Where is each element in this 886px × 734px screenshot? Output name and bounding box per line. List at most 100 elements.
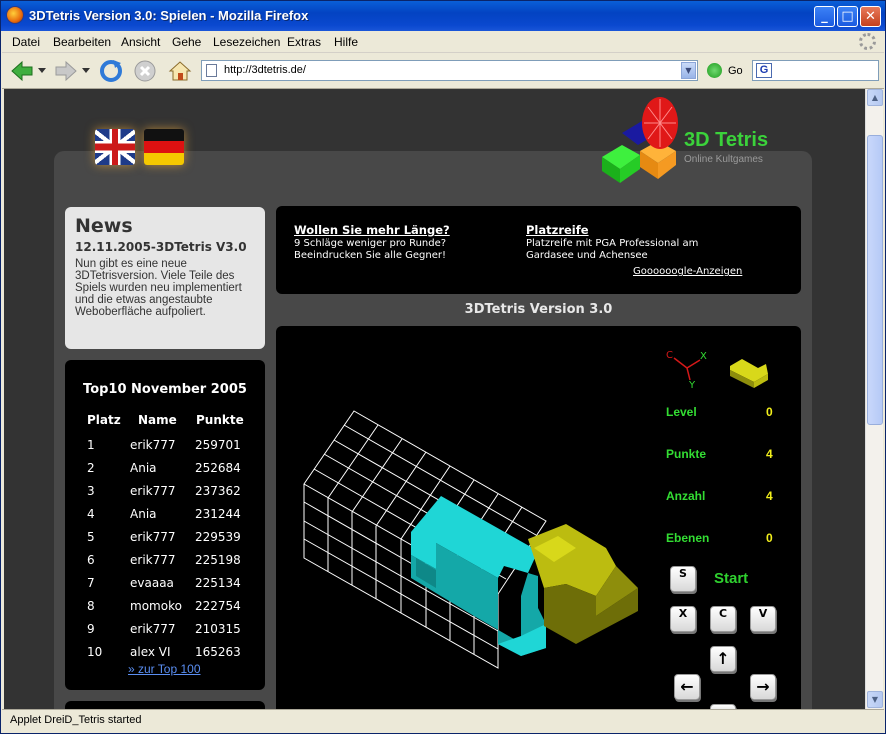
- axis-indicator-icon: C X Y: [666, 350, 707, 388]
- close-button[interactable]: ✕: [860, 6, 881, 27]
- url-bar[interactable]: http://3dtetris.de/ ▼: [201, 60, 698, 81]
- col-header-name: Name: [138, 413, 177, 427]
- minimize-button[interactable]: _: [814, 6, 835, 27]
- go-button[interactable]: Go: [728, 65, 743, 77]
- table-row: 9 erik777 210315: [65, 622, 265, 642]
- tetris-applet[interactable]: C X Y Level 0 Punkte 4 Anzahl 4 Ebenen 0 S Star…: [276, 326, 801, 709]
- ad1-line2: Beeindrucken Sie alle Gegner!: [294, 250, 447, 261]
- vertical-scrollbar[interactable]: ▲ ▼: [865, 89, 883, 709]
- stat-label-ebenen: Ebenen: [666, 531, 710, 545]
- news-date: 12.11.2005-3DTetris V3.0: [75, 240, 247, 254]
- back-dropdown-icon[interactable]: [38, 68, 46, 74]
- top100-link[interactable]: » zur Top 100: [128, 662, 201, 676]
- key-v-button[interactable]: V: [750, 606, 776, 632]
- cell-name: erik777: [130, 622, 176, 636]
- reload-icon[interactable]: [99, 59, 123, 83]
- site-logo[interactable]: 3D Tetris Online Kultgames: [602, 93, 802, 183]
- menu-datei[interactable]: Datei: [12, 35, 40, 49]
- ad1-line1: 9 Schläge weniger pro Runde?: [294, 238, 447, 249]
- key-up-arrow-button[interactable]: ↑: [710, 646, 736, 672]
- cell-points: 252684: [195, 461, 241, 475]
- table-row: 5 erik777 229539: [65, 530, 265, 550]
- cell-rank: 4: [87, 507, 95, 521]
- cell-rank: 8: [87, 599, 95, 613]
- maximize-button[interactable]: □: [837, 6, 858, 27]
- cell-rank: 9: [87, 622, 95, 636]
- news-box: News 12.11.2005-3DTetris V3.0 Nun gibt e…: [65, 207, 265, 349]
- scroll-up-arrow-icon[interactable]: ▲: [867, 89, 883, 106]
- url-dropdown-icon[interactable]: ▼: [681, 62, 696, 79]
- title-bar: 3DTetris Version 3.0: Spielen - Mozilla …: [1, 1, 885, 31]
- forward-dropdown-icon[interactable]: [82, 68, 90, 74]
- stat-label-anzahl: Anzahl: [666, 489, 706, 503]
- cell-rank: 1: [87, 438, 95, 452]
- throbber-icon: [859, 33, 876, 50]
- window-title: 3DTetris Version 3.0: Spielen - Mozilla …: [29, 8, 309, 23]
- news-heading: News: [75, 215, 133, 237]
- axis-y-label: Y: [688, 380, 696, 388]
- ad2-title[interactable]: Platzreife: [526, 223, 589, 237]
- cell-points: 222754: [195, 599, 241, 613]
- cell-name: Ania: [130, 507, 157, 521]
- uk-flag-icon[interactable]: [95, 129, 135, 165]
- url-text[interactable]: http://3dtetris.de/: [224, 64, 306, 76]
- cell-points: 210315: [195, 622, 241, 636]
- table-row: 3 erik777 237362: [65, 484, 265, 504]
- scroll-thumb[interactable]: [867, 135, 883, 425]
- cell-name: alex VI: [130, 645, 171, 659]
- stat-label-level: Level: [666, 405, 697, 419]
- news-body: Nun gibt es eine neue 3DTetrisversion. V…: [75, 258, 242, 318]
- key-right-arrow-button[interactable]: →: [750, 674, 776, 700]
- top10-box: Top10 November 2005 Platz Name Punkte 1 e…: [65, 360, 265, 690]
- search-box[interactable]: G: [752, 60, 879, 81]
- ads-box: Wollen Sie mehr Länge? 9 Schläge weniger…: [276, 206, 801, 294]
- logo-title: 3D Tetris: [684, 129, 769, 151]
- cell-name: erik777: [130, 530, 176, 544]
- cell-points: 229539: [195, 530, 241, 544]
- menu-hilfe[interactable]: Hilfe: [334, 35, 358, 49]
- table-row: 2 Ania 252684: [65, 461, 265, 481]
- go-icon[interactable]: [707, 63, 722, 78]
- german-flag-icon[interactable]: [144, 129, 184, 165]
- status-bar: Applet DreiD_Tetris started: [2, 709, 884, 733]
- cell-rank: 3: [87, 484, 95, 498]
- key-x-button[interactable]: X: [670, 606, 696, 632]
- key-c-button[interactable]: C: [710, 606, 736, 632]
- google-search-icon[interactable]: G: [756, 63, 772, 78]
- menu-gehe[interactable]: Gehe: [172, 35, 201, 49]
- navigation-toolbar: http://3dtetris.de/ ▼ Go G: [2, 53, 884, 89]
- axis-c-label: C: [666, 350, 673, 361]
- stat-value-ebenen: 0: [766, 531, 773, 545]
- cell-rank: 10: [87, 645, 103, 659]
- stat-value-level: 0: [766, 405, 773, 419]
- menu-bearbeiten[interactable]: Bearbeiten: [53, 35, 111, 49]
- col-header-platz: Platz: [87, 413, 121, 427]
- menu-extras[interactable]: Extras: [287, 35, 321, 49]
- key-left-arrow-button[interactable]: ←: [674, 674, 700, 700]
- ad1-title[interactable]: Wollen Sie mehr Länge?: [294, 223, 450, 237]
- firefox-icon: [6, 6, 24, 24]
- menu-bar: Datei Bearbeiten Ansicht Gehe Lesezeiche…: [2, 31, 884, 53]
- next-piece-icon: [730, 359, 768, 388]
- home-icon[interactable]: [168, 59, 192, 83]
- browser-window: 3DTetris Version 3.0: Spielen - Mozilla …: [0, 0, 886, 734]
- cube-logo-icon: [602, 97, 678, 183]
- table-row: 1 erik777 259701: [65, 438, 265, 458]
- logo-subtitle: Online Kultgames: [684, 154, 763, 165]
- status-text: Applet DreiD_Tetris started: [10, 714, 142, 726]
- cell-points: 225198: [195, 553, 241, 567]
- menu-lesezeichen[interactable]: Lesezeichen: [213, 35, 280, 49]
- start-button[interactable]: Start: [714, 570, 748, 587]
- menu-ansicht[interactable]: Ansicht: [121, 35, 160, 49]
- axis-x-label: X: [700, 351, 707, 362]
- scroll-down-arrow-icon[interactable]: ▼: [867, 691, 883, 708]
- stop-icon[interactable]: [133, 59, 157, 83]
- cell-name: erik777: [130, 484, 176, 498]
- table-row: 8 momoko 222754: [65, 599, 265, 619]
- ad2-line2: Gardasee und Achensee: [526, 250, 648, 261]
- cell-name: evaaaa: [130, 576, 174, 590]
- google-ads-link[interactable]: Goooooogle-Anzeigen: [633, 266, 742, 277]
- back-arrow-icon[interactable]: [10, 59, 34, 83]
- forward-arrow-icon[interactable]: [54, 59, 78, 83]
- key-s-button[interactable]: S: [670, 566, 696, 592]
